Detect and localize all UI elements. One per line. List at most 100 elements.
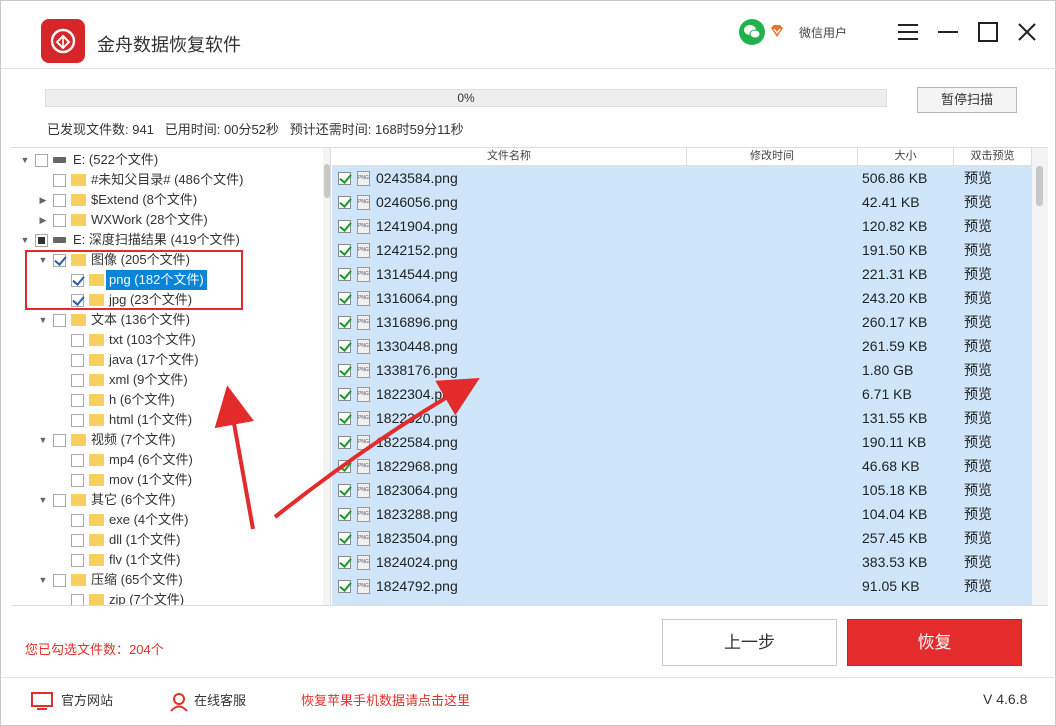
file-row[interactable]: PNG 1241904.png 120.82 KB 预览 <box>332 214 1032 238</box>
tree-node-label[interactable]: zip (7个文件) <box>109 590 184 605</box>
file-row[interactable]: PNG 1314544.png 221.31 KB 预览 <box>332 262 1032 286</box>
tree-node-label[interactable]: E: (522个文件) <box>73 150 158 170</box>
file-checkbox[interactable] <box>338 340 351 353</box>
tree-expand-toggle[interactable]: ▼ <box>37 490 49 510</box>
file-preview-link[interactable]: 预览 <box>964 406 992 430</box>
tree-node-checkbox[interactable] <box>71 354 84 367</box>
tree-node-label[interactable]: 视频 (7个文件) <box>91 430 176 450</box>
tree-expand-toggle[interactable]: ▼ <box>37 310 49 330</box>
tree-node[interactable]: java (17个文件) <box>11 350 321 370</box>
tree-node-checkbox[interactable] <box>71 474 84 487</box>
tree-node[interactable]: ▼ 其它 (6个文件) <box>11 490 321 510</box>
tree-node-label[interactable]: WXWork (28个文件) <box>91 210 208 230</box>
tree-node-checkbox[interactable] <box>71 334 84 347</box>
file-preview-link[interactable]: 预览 <box>964 430 992 454</box>
tree-node-label[interactable]: flv (1个文件) <box>109 550 181 570</box>
file-preview-link[interactable]: 预览 <box>964 550 992 574</box>
file-row[interactable]: PNG 1824792.png 91.05 KB 预览 <box>332 574 1032 598</box>
file-row[interactable]: PNG 1822304.png 6.71 KB 预览 <box>332 382 1032 406</box>
tree-node-checkbox[interactable] <box>71 554 84 567</box>
file-row[interactable]: PNG 1824024.png 383.53 KB 预览 <box>332 550 1032 574</box>
tree-node[interactable]: mov (1个文件) <box>11 470 321 490</box>
tree-node-checkbox[interactable] <box>71 374 84 387</box>
wechat-icon[interactable] <box>739 19 765 45</box>
file-preview-link[interactable]: 预览 <box>964 454 992 478</box>
tree-node[interactable]: #未知父目录# (486个文件) <box>11 170 321 190</box>
file-preview-link[interactable]: 预览 <box>964 526 992 550</box>
minimize-icon[interactable] <box>935 19 961 45</box>
file-preview-link[interactable]: 预览 <box>964 286 992 310</box>
column-header-preview[interactable]: 双击预览 <box>954 148 1032 166</box>
tree-node[interactable]: xml (9个文件) <box>11 370 321 390</box>
file-preview-link[interactable]: 预览 <box>964 262 992 286</box>
file-preview-link[interactable]: 预览 <box>964 190 992 214</box>
tree-node-checkbox[interactable] <box>35 234 48 247</box>
file-preview-link[interactable]: 预览 <box>964 238 992 262</box>
tree-node[interactable]: h (6个文件) <box>11 390 321 410</box>
tree-node[interactable]: flv (1个文件) <box>11 550 321 570</box>
tree-scrollbar-thumb[interactable] <box>324 164 330 198</box>
tree-node-label[interactable]: 压缩 (65个文件) <box>91 570 183 590</box>
file-row[interactable]: PNG 1822584.png 190.11 KB 预览 <box>332 430 1032 454</box>
user-icon[interactable] <box>169 692 189 717</box>
file-preview-link[interactable]: 预览 <box>964 478 992 502</box>
tree-node[interactable]: zip (7个文件) <box>11 590 321 605</box>
tree-node[interactable]: txt (103个文件) <box>11 330 321 350</box>
tree-node[interactable]: ▼ E: 深度扫描结果 (419个文件) <box>11 230 321 250</box>
tree-expand-toggle[interactable]: ▼ <box>19 150 31 170</box>
file-preview-link[interactable]: 预览 <box>964 382 992 406</box>
official-website-link[interactable]: 官方网站 <box>61 692 113 710</box>
monitor-icon[interactable] <box>31 692 53 717</box>
tree-node-label[interactable]: html (1个文件) <box>109 410 192 430</box>
file-preview-link[interactable]: 预览 <box>964 358 992 382</box>
tree-node-checkbox[interactable] <box>71 514 84 527</box>
tree-node-checkbox[interactable] <box>71 534 84 547</box>
file-checkbox[interactable] <box>338 364 351 377</box>
menu-icon[interactable] <box>895 19 921 45</box>
list-scrollbar[interactable] <box>1032 148 1048 605</box>
file-checkbox[interactable] <box>338 316 351 329</box>
tree-node-checkbox[interactable] <box>71 594 84 605</box>
tree-node-label[interactable]: txt (103个文件) <box>109 330 196 350</box>
tree-node-checkbox[interactable] <box>71 454 84 467</box>
file-preview-link[interactable]: 预览 <box>964 166 992 190</box>
tree-node-label[interactable]: E: 深度扫描结果 (419个文件) <box>73 230 240 250</box>
tree-node[interactable]: dll (1个文件) <box>11 530 321 550</box>
column-header-size[interactable]: 大小 <box>858 148 954 166</box>
tree-node-label[interactable]: dll (1个文件) <box>109 530 181 550</box>
file-row[interactable]: PNG 0243584.png 506.86 KB 预览 <box>332 166 1032 190</box>
tree-node-label[interactable]: 文本 (136个文件) <box>91 310 190 330</box>
file-row[interactable]: PNG 0246056.png 42.41 KB 预览 <box>332 190 1032 214</box>
close-icon[interactable] <box>1014 19 1040 45</box>
tree-node-label[interactable]: exe (4个文件) <box>109 510 188 530</box>
file-row[interactable]: PNG 1242152.png 191.50 KB 预览 <box>332 238 1032 262</box>
file-row[interactable]: PNG 1316896.png 260.17 KB 预览 <box>332 310 1032 334</box>
tree-node-checkbox[interactable] <box>53 194 66 207</box>
tree-node[interactable]: mp4 (6个文件) <box>11 450 321 470</box>
tree-node-checkbox[interactable] <box>53 574 66 587</box>
file-row[interactable]: PNG 1823504.png 257.45 KB 预览 <box>332 526 1032 550</box>
tree-node-label[interactable]: 其它 (6个文件) <box>91 490 176 510</box>
file-preview-link[interactable]: 预览 <box>964 574 992 598</box>
tree-node-checkbox[interactable] <box>71 394 84 407</box>
tree-node-label[interactable]: $Extend (8个文件) <box>91 190 197 210</box>
list-scrollbar-thumb[interactable] <box>1036 166 1043 206</box>
file-preview-link[interactable]: 预览 <box>964 214 992 238</box>
tree-expand-toggle[interactable]: ▼ <box>37 570 49 590</box>
tree-node[interactable]: ▼ 文本 (136个文件) <box>11 310 321 330</box>
apple-recovery-link[interactable]: 恢复苹果手机数据请点击这里 <box>301 692 470 710</box>
file-row[interactable]: PNG 1823288.png 104.04 KB 预览 <box>332 502 1032 526</box>
file-checkbox[interactable] <box>338 436 351 449</box>
file-row[interactable]: PNG 1330448.png 261.59 KB 预览 <box>332 334 1032 358</box>
tree-expand-toggle[interactable]: ▼ <box>37 430 49 450</box>
file-checkbox[interactable] <box>338 220 351 233</box>
tree-node-checkbox[interactable] <box>53 174 66 187</box>
file-checkbox[interactable] <box>338 460 351 473</box>
pause-scan-button[interactable]: 暂停扫描 <box>917 87 1017 113</box>
file-checkbox[interactable] <box>338 508 351 521</box>
file-row[interactable]: PNG 1316064.png 243.20 KB 预览 <box>332 286 1032 310</box>
tree-node-checkbox[interactable] <box>53 314 66 327</box>
file-row[interactable]: PNG 1822968.png 46.68 KB 预览 <box>332 454 1032 478</box>
tree-scrollbar[interactable] <box>323 148 330 605</box>
user-name[interactable]: 微信用户 <box>799 24 847 41</box>
